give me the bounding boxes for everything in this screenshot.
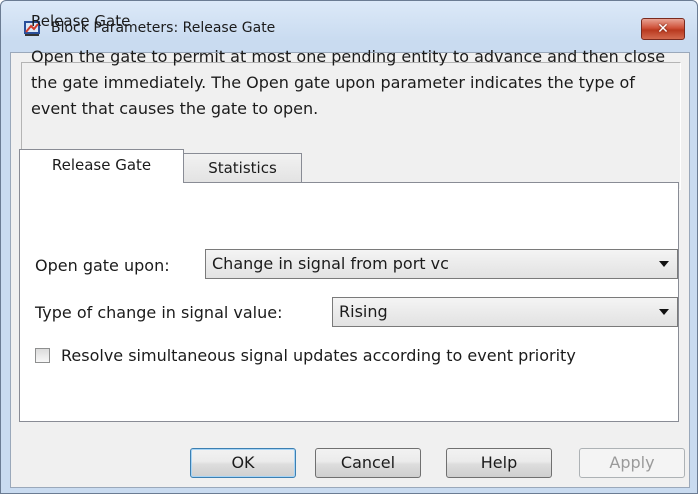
tab-release-gate[interactable]: Release Gate <box>19 149 184 183</box>
change-type-label: Type of change in signal value: <box>35 303 283 322</box>
open-gate-label: Open gate upon: <box>35 256 170 275</box>
chevron-down-icon <box>659 261 669 267</box>
description-text: Open the gate to permit at most one pend… <box>31 47 666 118</box>
open-gate-dropdown[interactable]: Change in signal from port vc <box>205 249 678 279</box>
open-gate-value: Change in signal from port vc <box>212 254 449 273</box>
resolve-updates-label[interactable]: Resolve simultaneous signal updates acco… <box>61 346 576 365</box>
close-button[interactable]: ✕ <box>641 18 685 40</box>
close-icon: ✕ <box>657 21 669 37</box>
cancel-button[interactable]: Cancel <box>315 448 421 478</box>
resolve-updates-checkbox[interactable] <box>35 348 50 363</box>
apply-button[interactable]: Apply <box>579 448 685 478</box>
tab-statistics[interactable]: Statistics <box>184 153 302 183</box>
help-button[interactable]: Help <box>446 448 552 478</box>
chevron-down-icon <box>659 309 669 315</box>
description-title: Release Gate <box>31 12 131 30</box>
change-type-value: Rising <box>339 302 388 321</box>
dialog-window: Block Parameters: Release Gate ✕ Release… <box>0 0 698 494</box>
ok-button[interactable]: OK <box>190 448 296 478</box>
change-type-dropdown[interactable]: Rising <box>332 297 678 327</box>
